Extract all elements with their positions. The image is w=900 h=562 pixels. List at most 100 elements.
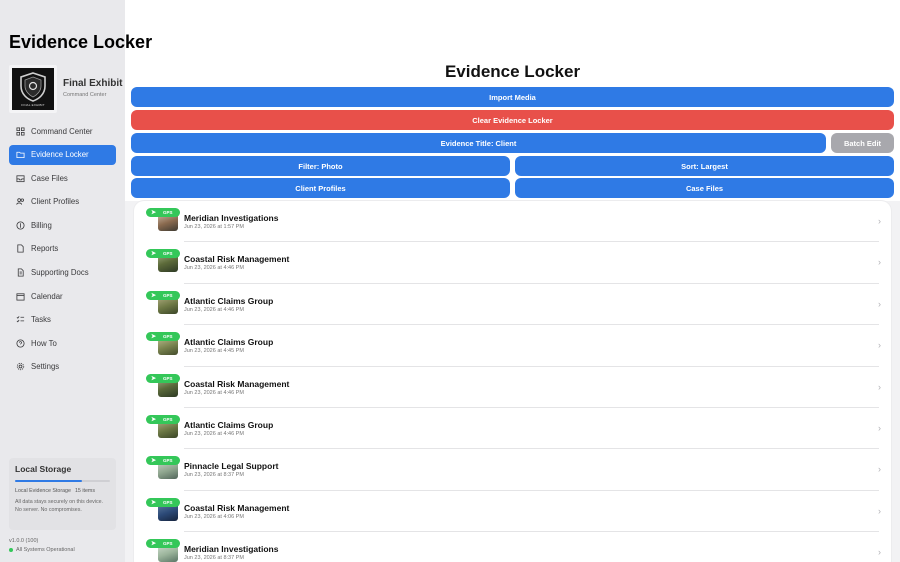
row-title: Atlantic Claims Group xyxy=(184,337,274,348)
evidence-list: ➤ GPS Meridian Investigations Jun 23, 2026 … xyxy=(134,201,891,562)
status-dot-icon xyxy=(9,548,13,552)
status-indicator: All Systems Operational xyxy=(9,547,75,553)
app-logo: FINAL EXHIBIT xyxy=(9,65,57,113)
gps-label: GPS xyxy=(163,417,173,422)
sidebar-item-billing[interactable]: Billing xyxy=(9,215,116,235)
list-item[interactable]: ➤ GPS Meridian Investigations Jun 23, 2026 … xyxy=(134,201,891,243)
filter-button[interactable]: Filter: Photo xyxy=(131,156,510,176)
row-date: Jun 23, 2026 at 8:37 PM xyxy=(184,555,244,562)
sidebar-item-label: Tasks xyxy=(31,315,51,325)
location-arrow-icon: ➤ xyxy=(151,210,157,216)
case-files-button[interactable]: Case Files xyxy=(515,178,894,198)
chevron-right-icon: › xyxy=(878,340,881,351)
sidebar-item-label: Case Files xyxy=(31,173,68,183)
gps-label: GPS xyxy=(163,375,173,381)
gps-badge: ➤ GPS xyxy=(146,456,180,466)
row-title: Pinnacle Legal Support xyxy=(184,461,279,472)
list-item[interactable]: ➤ GPS Coastal Risk Management Jun 23, 2026 … xyxy=(134,242,891,284)
gps-label: GPS xyxy=(163,210,173,215)
row-title: Meridian Investigations xyxy=(184,544,279,555)
sidebar-item-evidence-locker[interactable]: Evidence Locker xyxy=(9,144,116,165)
sidebar-nav: Command Center Evidence Locker Case Files C… xyxy=(9,121,116,381)
sidebar-item-case-files[interactable]: Case Files xyxy=(9,168,116,188)
sidebar-item-client-profiles[interactable]: Client Profiles xyxy=(9,192,116,212)
location-arrow-icon: ➤ xyxy=(151,417,157,423)
profile-subtitle: Command Center xyxy=(63,92,107,98)
sidebar-item-label: Billing xyxy=(31,220,52,230)
sidebar-item-supporting-docs[interactable]: Supporting Docs xyxy=(9,263,116,283)
sidebar-item-settings[interactable]: Settings xyxy=(9,357,116,377)
storage-description: All data stays securely on this device. … xyxy=(15,499,104,513)
profile-name: Final Exhibit xyxy=(63,78,123,89)
docs-icon xyxy=(15,268,25,278)
sidebar-item-calendar[interactable]: Calendar xyxy=(9,286,116,306)
main-content: Evidence Locker Import Media Clear Evide… xyxy=(125,0,900,562)
row-title: Coastal Risk Management xyxy=(184,502,290,513)
gps-label: GPS xyxy=(163,334,173,340)
grid-icon xyxy=(15,126,25,136)
sidebar-item-label: How To xyxy=(31,338,57,348)
sidebar-item-label: Command Center xyxy=(31,126,93,136)
gps-badge: ➤ GPS xyxy=(146,290,180,300)
sidebar-item-reports[interactable]: Reports xyxy=(9,239,116,259)
chevron-right-icon: › xyxy=(878,505,881,516)
sidebar-item-label: Calendar xyxy=(31,291,63,301)
sidebar-item-tasks[interactable]: Tasks xyxy=(9,310,116,330)
people-icon xyxy=(15,197,25,207)
location-arrow-icon: ➤ xyxy=(151,251,157,258)
row-date: Jun 23, 2026 at 4:46 PM xyxy=(184,431,244,437)
list-item[interactable]: ➤ GPS Atlantic Claims Group Jun 23, 2026 at… xyxy=(134,284,891,326)
gps-badge: ➤ GPS xyxy=(146,332,180,342)
import-media-button[interactable]: Import Media xyxy=(131,87,894,107)
client-profiles-button[interactable]: Client Profiles xyxy=(131,178,510,198)
row-date: Jun 23, 2026 at 4:46 PM xyxy=(184,389,244,396)
row-date: Jun 23, 2026 at 4:45 PM xyxy=(184,348,244,355)
row-title: Coastal Risk Management xyxy=(184,378,290,389)
row-date: Jun 23, 2026 at 1:57 PM xyxy=(184,224,244,230)
row-title: Coastal Risk Management xyxy=(184,254,290,265)
gps-label: GPS xyxy=(163,499,173,505)
list-item[interactable]: ➤ GPS Meridian Investigations Jun 23, 2026 … xyxy=(134,532,891,562)
row-date: Jun 23, 2026 at 8:37 PM xyxy=(184,472,244,479)
profile-card: FINAL EXHIBIT Final Exhibit Command Cent… xyxy=(9,65,123,113)
sidebar: FINAL EXHIBIT Final Exhibit Command Cent… xyxy=(0,0,125,562)
chevron-right-icon: › xyxy=(878,464,881,475)
gps-badge: ➤ GPS xyxy=(146,539,180,549)
sidebar-title: Evidence Locker xyxy=(9,32,153,52)
sidebar-item-label: Settings xyxy=(31,362,60,372)
sidebar-item-label: Client Profiles xyxy=(31,197,80,207)
sidebar-item-command-center[interactable]: Command Center xyxy=(9,121,116,141)
logo-text: FINAL EXHIBIT xyxy=(21,102,45,107)
status-label: All Systems Operational xyxy=(16,547,75,553)
storage-bar xyxy=(15,480,110,482)
sort-button[interactable]: Sort: Largest xyxy=(515,156,894,176)
sidebar-item-label: Reports xyxy=(31,244,59,254)
storage-count: 15 items xyxy=(74,488,95,494)
storage-bar-fill xyxy=(15,480,82,482)
storage-card: Local Storage Local Evidence Storage 15 … xyxy=(9,458,116,530)
gps-badge: ➤ GPS xyxy=(146,415,180,424)
list-item[interactable]: ➤ GPS Coastal Risk Management Jun 23, 2026 … xyxy=(134,367,891,408)
help-icon xyxy=(15,338,25,348)
list-item[interactable]: ➤ GPS Pinnacle Legal Support Jun 23, 2026 a… xyxy=(134,449,891,491)
clear-evidence-locker-button[interactable]: Clear Evidence Locker xyxy=(131,110,894,130)
gps-badge: ➤ GPS xyxy=(146,249,180,259)
list-item[interactable]: ➤ GPS Atlantic Claims Group Jun 23, 2026 at… xyxy=(134,325,891,367)
batch-edit-button[interactable]: Batch Edit xyxy=(831,133,894,153)
location-arrow-icon: ➤ xyxy=(151,541,157,548)
location-arrow-icon: ➤ xyxy=(151,292,157,299)
row-date: Jun 23, 2026 at 4:06 PM xyxy=(184,513,244,520)
row-date: Jun 23, 2026 at 4:46 PM xyxy=(184,265,244,272)
chevron-right-icon: › xyxy=(878,423,881,433)
chevron-right-icon: › xyxy=(878,381,881,392)
gps-label: GPS xyxy=(163,458,173,464)
list-item[interactable]: ➤ GPS Coastal Risk Management Jun 23, 2026 … xyxy=(134,491,891,533)
doc-icon xyxy=(15,244,25,254)
tray-icon xyxy=(15,173,25,183)
evidence-title-button[interactable]: Evidence Title: Client xyxy=(131,133,826,153)
sidebar-item-how-to[interactable]: How To xyxy=(9,333,116,353)
location-arrow-icon: ➤ xyxy=(151,458,157,465)
list-item[interactable]: ➤ GPS Atlantic Claims Group Jun 23, 2026 at… xyxy=(134,408,891,450)
gps-badge: ➤ GPS xyxy=(146,208,180,217)
chevron-right-icon: › xyxy=(878,547,881,558)
